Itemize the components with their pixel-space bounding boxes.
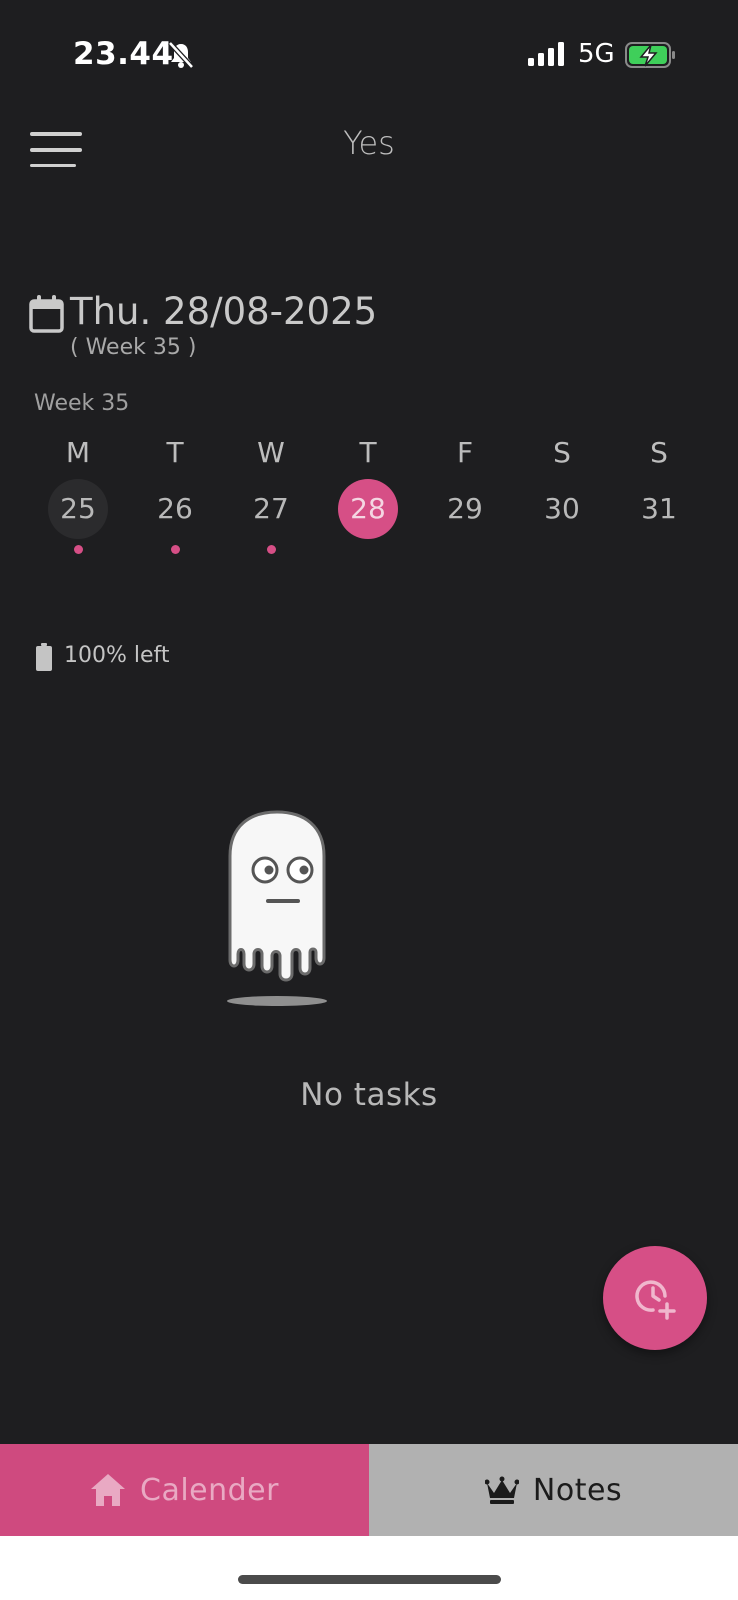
day-number: 30 <box>544 492 580 525</box>
day-monday[interactable]: M 25 <box>38 433 118 554</box>
task-dot <box>266 545 276 554</box>
cellular-signal-icon <box>528 42 564 66</box>
battery-icon <box>36 643 52 671</box>
add-reminder-button[interactable] <box>603 1246 707 1350</box>
day-tuesday[interactable]: T 26 <box>135 433 215 554</box>
empty-state-text: No tasks <box>300 1077 438 1113</box>
bell-muted-icon <box>168 41 194 69</box>
calendar-icon <box>29 295 64 333</box>
day-thursday[interactable]: T 28 <box>328 433 408 554</box>
day-letter: S <box>650 436 668 469</box>
day-letter: S <box>553 436 571 469</box>
home-indicator[interactable] <box>238 1575 501 1584</box>
tab-calendar[interactable]: Calender <box>0 1444 369 1536</box>
battery-left-text: 100% left <box>64 643 170 668</box>
day-saturday[interactable]: S 30 <box>522 433 602 554</box>
clock-plus-icon <box>635 1280 676 1320</box>
week-strip: M 25 T 26 W 27 T 28 F 29 S 30 S 31 <box>38 433 699 554</box>
task-dot <box>73 545 83 554</box>
day-number: 26 <box>157 492 193 525</box>
day-letter: W <box>257 436 285 469</box>
day-friday[interactable]: F 29 <box>425 433 505 554</box>
home-icon <box>91 1474 125 1506</box>
day-number: 31 <box>641 492 677 525</box>
task-dot <box>170 545 180 554</box>
status-time: 23.44 <box>73 36 174 72</box>
day-wednesday[interactable]: W 27 <box>231 433 311 554</box>
tab-notes[interactable]: Notes <box>369 1444 738 1536</box>
tab-calendar-label: Calender <box>140 1472 279 1508</box>
network-label: 5G <box>578 39 615 69</box>
day-number: 25 <box>48 479 108 539</box>
battery-charging-icon <box>625 42 675 68</box>
day-letter: T <box>359 436 377 469</box>
day-number-selected: 28 <box>338 479 398 539</box>
day-letter: F <box>456 436 474 469</box>
crown-icon <box>484 1476 519 1504</box>
tab-notes-label: Notes <box>532 1472 623 1508</box>
home-indicator-area <box>0 1536 738 1600</box>
day-letter: T <box>166 436 184 469</box>
day-sunday[interactable]: S 31 <box>619 433 699 554</box>
day-number: 29 <box>447 492 483 525</box>
week-label: Week 35 <box>34 391 130 416</box>
selected-date: Thu. 28/08-2025 <box>70 290 378 333</box>
day-number: 27 <box>253 492 289 525</box>
page-title: Yes <box>343 124 395 162</box>
day-letter: M <box>65 436 91 469</box>
ghost-illustration <box>227 810 327 1006</box>
selected-week-note: ( Week 35 ) <box>70 335 197 360</box>
